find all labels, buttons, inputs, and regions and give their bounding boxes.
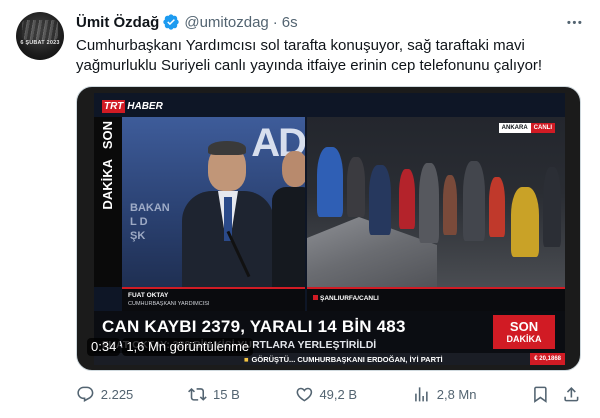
header-separator: · (272, 13, 278, 31)
view-count: 2,8 Mn (436, 386, 477, 402)
repost-icon (188, 387, 207, 401)
author-handle[interactable]: @umitozdag (184, 14, 268, 31)
avatar-image (22, 20, 58, 40)
location-bar: ŞANLIURFA/CANLI (307, 287, 565, 311)
son-dakika-box: SON DAKİKA (493, 315, 555, 349)
analytics-icon (415, 386, 428, 402)
avatar-caption: 6 ŞUBAT 2023 (20, 40, 60, 46)
speaker-title: CUMHURBAŞKANI YARDIMCISI (128, 301, 210, 307)
vertical-dakika-text: DAKİKA (100, 159, 115, 210)
ticker-text: GÖRÜŞTÜ... CUMHURBAŞKANI ERDOĞAN, İYİ PA… (251, 354, 443, 364)
vertical-son: SON (100, 121, 115, 150)
reply-count: 2.225 (100, 386, 134, 402)
press-conference-pane: AD BAKAN L D ŞK (122, 117, 305, 287)
avatar[interactable]: 6 ŞUBAT 2023 (16, 12, 64, 60)
speaker-name: FUAT OKTAY (128, 292, 169, 299)
headline-text: CAN KAYBI 2379, YARALI 14 BİN 483 (102, 317, 406, 336)
tweet-text: Cumhurbaşkanı Yardımcısı sol tarafta kon… (76, 37, 543, 74)
repost-button[interactable]: 15 B (188, 385, 240, 404)
video-elapsed-time: 0:34 (87, 338, 121, 356)
more-options-button[interactable] (564, 12, 584, 32)
like-button[interactable]: 49,2 B (295, 385, 357, 404)
action-group-right (531, 385, 581, 404)
share-icon (564, 386, 579, 402)
repost-count: 15 B (213, 386, 240, 402)
verified-badge-icon (163, 14, 180, 30)
podium-line: ŞK (130, 230, 146, 242)
video-frame: TRT HABER SON DAKİKA AD BAKAN L D ŞK ANK… (94, 93, 565, 365)
podium-text: BAKAN L D ŞK (130, 201, 170, 243)
tweet-header: Ümit Özdağ @umitozdag · 6s (76, 12, 298, 32)
vertical-dakika: DAKİKA (100, 159, 115, 210)
live-badge: ANKARA CANLI (498, 123, 555, 133)
bookmark-button[interactable] (531, 385, 550, 404)
author-display-name[interactable]: Ümit Özdağ (76, 14, 159, 31)
ticker-stock: € 20,1868 (530, 353, 565, 365)
more-icon (566, 20, 582, 24)
bookmark-icon (534, 386, 548, 403)
blue-raincoat-person (317, 147, 343, 217)
views-button[interactable]: 2,8 Mn (412, 385, 477, 404)
live-label: CANLI (530, 123, 555, 133)
logo-haber: HABER (127, 100, 163, 112)
trt-haber-logo: TRT HABER (102, 99, 163, 113)
speaker-figure (182, 133, 274, 287)
video-player[interactable]: TRT HABER SON DAKİKA AD BAKAN L D ŞK ANK… (76, 86, 581, 371)
reply-button[interactable]: 2.225 (76, 385, 133, 404)
tweet-timestamp[interactable]: 6s (282, 14, 298, 31)
reply-icon (77, 386, 94, 402)
vertical-son-text: SON (100, 121, 115, 150)
live-city: ANKARA (498, 123, 531, 133)
location-text: ŞANLIURFA/CANLI (320, 295, 379, 302)
location-marker-icon (313, 295, 318, 300)
video-overlay: 0:34 1,6 Mn görüntülenme (87, 338, 254, 356)
tweet-action-bar: 2.225 15 B 49,2 B 2,8 Mn (76, 384, 581, 404)
share-button[interactable] (562, 385, 581, 404)
speaker-name-tag: FUAT OKTAY CUMHURBAŞKANI YARDIMCISI (122, 287, 305, 311)
son-dakika-line2: DAKİKA (506, 334, 542, 344)
like-count: 49,2 B (319, 386, 358, 402)
logo-trt: TRT (102, 99, 126, 113)
video-view-count: 1,6 Mn görüntülenme (122, 338, 254, 356)
background-person (272, 137, 305, 287)
son-dakika-vertical-bar: SON DAKİKA (94, 117, 122, 287)
son-dakika-line1: SON (509, 319, 539, 334)
podium-line: BAKAN (130, 202, 170, 214)
rescue-scene-pane: ANKARA CANLI (307, 117, 565, 287)
heart-icon (296, 387, 312, 402)
podium-line: L D (130, 216, 148, 228)
